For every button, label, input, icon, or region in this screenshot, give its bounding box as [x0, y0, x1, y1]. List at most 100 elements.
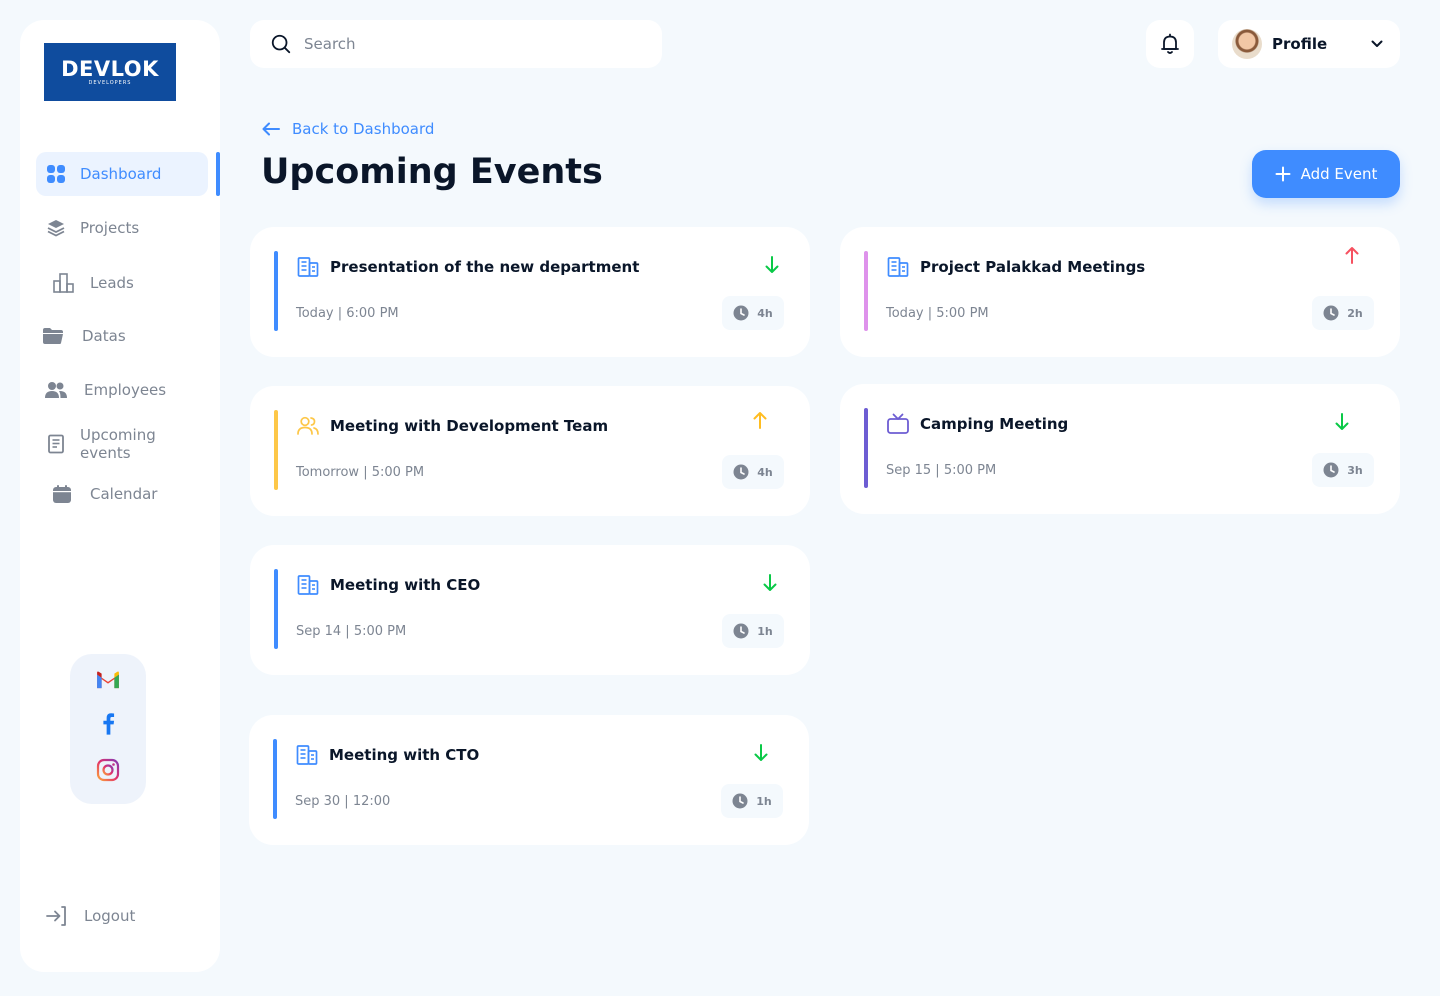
sidebar-item-label: Upcoming events — [80, 426, 156, 462]
event-card[interactable]: Meeting with CEO Sep 14 | 5:00 PM 1h — [250, 545, 810, 675]
arrow-down-icon — [762, 573, 778, 593]
sidebar-item-dashboard[interactable]: Dashboard — [36, 152, 208, 196]
clock-icon — [1323, 305, 1339, 321]
logout-label: Logout — [84, 907, 136, 925]
logout-button[interactable]: Logout — [44, 904, 135, 928]
facebook-icon[interactable] — [94, 709, 122, 737]
duration-text: 4h — [757, 306, 773, 320]
sidebar-item-label: Employees — [84, 381, 167, 399]
social-links — [70, 654, 146, 804]
sidebar-item-label: Calendar — [90, 485, 158, 503]
notifications-button[interactable] — [1146, 20, 1194, 68]
tv-icon — [886, 412, 910, 436]
event-color-bar — [274, 410, 278, 490]
duration-text: 2h — [1347, 306, 1363, 320]
profile-menu[interactable]: Profile — [1218, 20, 1400, 68]
logo-text: DEVLOK — [61, 57, 159, 81]
event-card[interactable]: Meeting with Development Team Tomorrow | … — [250, 386, 810, 516]
event-date: Today | 6:00 PM — [296, 306, 399, 321]
event-color-bar — [273, 739, 277, 819]
event-date: Sep 15 | 5:00 PM — [886, 463, 997, 478]
building-icon — [886, 255, 910, 279]
bell-icon — [1161, 33, 1179, 54]
event-color-bar — [274, 251, 278, 331]
building-icon — [296, 255, 320, 279]
event-color-bar — [274, 569, 278, 649]
folder-icon — [43, 328, 63, 344]
sidebar-item-label: Datas — [82, 327, 126, 345]
duration-badge: 4h — [722, 296, 784, 330]
event-date: Tomorrow | 5:00 PM — [296, 465, 425, 480]
clock-icon — [732, 793, 748, 809]
building-icon — [295, 743, 319, 767]
event-title: Camping Meeting — [920, 415, 1069, 433]
duration-badge: 1h — [721, 784, 783, 818]
event-title: Meeting with Development Team — [330, 417, 609, 435]
duration-text: 3h — [1347, 463, 1363, 477]
logo-subtext: DEVELOPERS — [88, 80, 132, 86]
layers-icon — [47, 220, 65, 237]
page-title: Upcoming Events — [261, 152, 603, 192]
arrow-up-icon — [1344, 245, 1360, 265]
sidebar-item-label: Dashboard — [80, 165, 162, 183]
sidebar-item-leads[interactable]: Leads — [36, 261, 208, 305]
event-title: Meeting with CTO — [329, 746, 480, 764]
event-card[interactable]: Camping Meeting Sep 15 | 5:00 PM 3h — [840, 384, 1400, 514]
arrow-up-icon — [752, 410, 768, 430]
bar-chart-icon — [53, 273, 74, 293]
logout-icon — [46, 906, 66, 926]
plus-icon — [1275, 166, 1291, 182]
event-color-bar — [864, 251, 868, 331]
arrow-down-icon — [753, 743, 769, 763]
sidebar-item-employees[interactable]: Employees — [36, 368, 208, 412]
back-label: Back to Dashboard — [292, 120, 435, 138]
calendar-icon — [53, 485, 71, 503]
gmail-icon[interactable] — [94, 666, 122, 694]
add-event-button[interactable]: Add Event — [1252, 150, 1400, 198]
sidebar-item-upcoming-events[interactable]: Upcoming events — [36, 422, 208, 466]
event-date: Today | 5:00 PM — [886, 306, 989, 321]
sidebar-item-projects[interactable]: Projects — [36, 206, 208, 250]
event-date: Sep 30 | 12:00 — [295, 794, 391, 809]
event-date: Sep 14 | 5:00 PM — [296, 624, 407, 639]
event-card[interactable]: Presentation of the new department Today … — [250, 227, 810, 357]
arrow-down-icon — [764, 255, 780, 275]
back-to-dashboard-link[interactable]: Back to Dashboard — [262, 120, 434, 138]
users-icon — [45, 382, 67, 398]
clock-icon — [733, 464, 749, 480]
avatar — [1232, 29, 1262, 59]
sidebar-item-label: Projects — [80, 219, 140, 237]
clock-icon — [1323, 462, 1339, 478]
active-indicator — [216, 152, 220, 196]
event-card[interactable]: Project Palakkad Meetings Today | 5:00 PM… — [840, 227, 1400, 357]
sidebar-item-calendar[interactable]: Calendar — [36, 472, 208, 516]
chevron-down-icon — [1371, 40, 1383, 47]
search-bar[interactable] — [250, 20, 662, 68]
brand-logo[interactable]: DEVLOK DEVELOPERS — [44, 43, 176, 101]
duration-text: 1h — [757, 624, 773, 638]
arrow-left-icon — [262, 122, 280, 136]
sidebar-item-datas[interactable]: Datas — [36, 314, 208, 358]
arrow-down-icon — [1334, 412, 1350, 432]
clock-icon — [733, 305, 749, 321]
event-title: Meeting with CEO — [330, 576, 481, 594]
profile-label: Profile — [1272, 35, 1328, 53]
event-title: Project Palakkad Meetings — [920, 258, 1146, 276]
building-icon — [296, 573, 320, 597]
duration-badge: 4h — [722, 455, 784, 489]
sidebar-item-label: Leads — [90, 274, 134, 292]
event-color-bar — [864, 408, 868, 488]
document-icon — [48, 434, 64, 454]
event-card[interactable]: Meeting with CTO Sep 30 | 12:00 1h — [249, 715, 809, 845]
duration-badge: 1h — [722, 614, 784, 648]
search-input[interactable] — [304, 35, 624, 53]
event-title: Presentation of the new department — [330, 258, 640, 276]
sidebar: DEVLOK DEVELOPERS Dashboard Projects Lea… — [20, 20, 220, 972]
duration-text: 1h — [756, 794, 772, 808]
duration-text: 4h — [757, 465, 773, 479]
search-icon — [271, 34, 291, 54]
instagram-icon[interactable] — [94, 756, 122, 784]
clock-icon — [733, 623, 749, 639]
duration-badge: 2h — [1312, 296, 1374, 330]
grid-icon — [47, 165, 65, 183]
